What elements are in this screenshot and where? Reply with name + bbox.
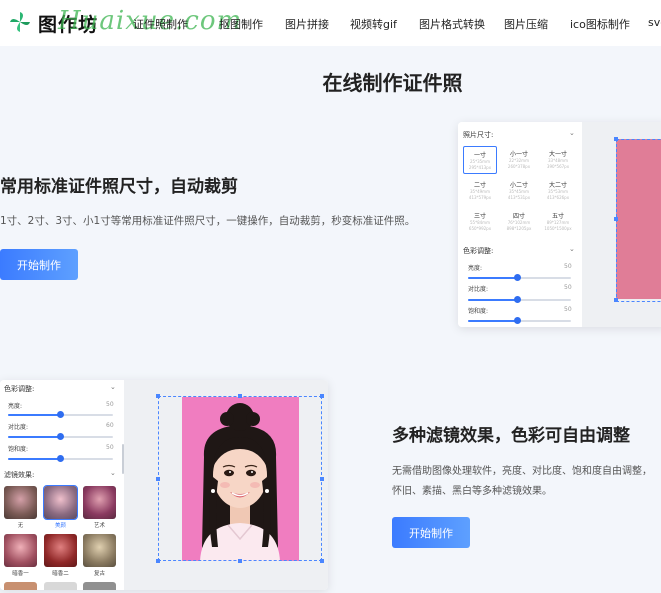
- brightness-slider-fill: [8, 414, 60, 416]
- saturation-value: 50: [106, 444, 114, 451]
- filter-thumb-dark1[interactable]: [4, 534, 37, 567]
- crop-handle[interactable]: [156, 559, 160, 563]
- section2-heading: 多种滤镜效果，色彩可自由调整: [392, 426, 630, 446]
- brightness-label: 亮度:: [8, 403, 23, 410]
- size-label: 照片尺寸:: [463, 131, 494, 139]
- size-editor-preview: 照片尺寸: ⌄ 一寸 25*35mm 295*413px 小一寸 22*32mm 260…: [458, 122, 661, 327]
- contrast-value: 60: [106, 422, 114, 429]
- section2-description: 无需借助图像处理软件，亮度、对比度、饱和度自由调整，怀旧、素描、黑白等多种滤镜效…: [392, 466, 652, 497]
- size-option[interactable]: 大二寸 35*53mm 413*626px: [541, 177, 575, 205]
- filter-thumb-none[interactable]: [4, 486, 37, 519]
- filter-thumb-more[interactable]: [83, 582, 116, 590]
- filter-effects-label: 滤镜效果:: [4, 471, 35, 479]
- photo-canvas: [582, 122, 661, 327]
- contrast-slider-knob[interactable]: [57, 433, 64, 440]
- filter-thumb-dark2[interactable]: [44, 534, 77, 567]
- brightness-label: 亮度:: [468, 265, 483, 272]
- filter-label-retro: 复古: [93, 571, 105, 577]
- filter-label-art: 艺术: [93, 523, 105, 529]
- pinwheel-logo-icon[interactable]: [9, 11, 31, 33]
- contrast-slider-knob[interactable]: [514, 296, 521, 303]
- contrast-value: 50: [564, 284, 572, 291]
- brightness-slider-fill: [468, 277, 518, 279]
- filter-thumb-retro[interactable]: [83, 534, 116, 567]
- nav-cutout[interactable]: 抠图制作: [219, 16, 263, 32]
- nav-format-convert[interactable]: 图片格式转换: [419, 16, 485, 32]
- chevron-down-icon[interactable]: ⌄: [110, 383, 116, 391]
- crop-handle[interactable]: [320, 559, 324, 563]
- nav-image-stitch[interactable]: 图片拼接: [285, 16, 329, 32]
- filter-thumb-beauty[interactable]: [43, 485, 78, 520]
- page-title: 在线制作证件照: [322, 71, 463, 95]
- contrast-slider-fill: [8, 436, 60, 438]
- contrast-label: 对比度:: [468, 286, 489, 293]
- brightness-value: 50: [564, 263, 572, 270]
- size-option[interactable]: 一寸 25*35mm 295*413px: [463, 146, 497, 174]
- start-button-2[interactable]: 开始制作: [392, 517, 470, 548]
- crop-handle[interactable]: [320, 477, 324, 481]
- start-button-1[interactable]: 开始制作: [0, 249, 78, 280]
- filter-thumb-art[interactable]: [83, 486, 116, 519]
- crop-handle[interactable]: [238, 559, 242, 563]
- filter-thumb-more[interactable]: [4, 582, 37, 590]
- top-header: 图作坊 Huaixue.com 证件照制作 抠图制作 图片拼接 视频转gif 图…: [0, 0, 661, 46]
- size-option[interactable]: 二寸 35*49mm 413*579px: [463, 177, 497, 205]
- nav-svg[interactable]: svg: [648, 16, 661, 29]
- crop-handle[interactable]: [156, 477, 160, 481]
- nav-image-compress[interactable]: 图片压缩: [504, 16, 548, 32]
- color-adjust-label: 色彩调整:: [463, 247, 494, 255]
- contrast-slider-fill: [468, 299, 518, 301]
- size-option[interactable]: 小二寸 35*45mm 413*531px: [502, 177, 536, 205]
- saturation-label: 饱和度:: [8, 446, 29, 453]
- crop-handle[interactable]: [614, 137, 618, 141]
- nav-id-photo[interactable]: 证件照制作: [133, 16, 188, 32]
- color-adjust-label: 色彩调整:: [4, 385, 35, 393]
- saturation-slider-fill: [8, 458, 60, 460]
- size-option[interactable]: 大一寸 33*48mm 390*567px: [541, 146, 575, 174]
- saturation-value: 50: [564, 306, 572, 313]
- filter-label-dark1: 暗香一: [12, 571, 29, 577]
- crop-handle[interactable]: [614, 217, 618, 221]
- saturation-slider-knob[interactable]: [514, 317, 521, 324]
- crop-handle[interactable]: [320, 394, 324, 398]
- filter-thumb-more[interactable]: [44, 582, 77, 590]
- brightness-value: 50: [106, 401, 114, 408]
- filter-label-beauty: 美颜: [54, 523, 66, 529]
- crop-frame[interactable]: [158, 396, 322, 561]
- size-option[interactable]: 四寸 76*102mm 898*1205px: [502, 208, 536, 236]
- chevron-down-icon[interactable]: ⌄: [569, 245, 575, 253]
- brightness-slider-knob[interactable]: [57, 411, 64, 418]
- saturation-slider-knob[interactable]: [57, 455, 64, 462]
- crop-handle[interactable]: [614, 298, 618, 302]
- saturation-label: 饱和度:: [468, 308, 489, 315]
- size-option[interactable]: 三寸 55*84mm 650*992px: [463, 208, 497, 236]
- nav-ico-maker[interactable]: ico图标制作: [570, 16, 630, 32]
- contrast-label: 对比度:: [8, 424, 29, 431]
- brightness-slider-knob[interactable]: [514, 274, 521, 281]
- chevron-down-icon[interactable]: ⌄: [569, 129, 575, 137]
- size-options-pane: 照片尺寸: ⌄ 一寸 25*35mm 295*413px 小一寸 22*32mm 260…: [458, 122, 582, 327]
- nav-video-to-gif[interactable]: 视频转gif: [350, 16, 397, 32]
- section1-description: 1寸、2寸、3寸、小1寸等常用标准证件照尺寸，一键操作，自动裁剪，秒变标准证件照…: [0, 215, 416, 227]
- section1-heading: 常用标准证件照尺寸，自动裁剪: [0, 177, 238, 197]
- size-option[interactable]: 小一寸 22*32mm 260*378px: [502, 146, 536, 174]
- chevron-down-icon[interactable]: ⌄: [110, 469, 116, 477]
- filter-options-pane: 色彩调整: ⌄ 亮度: 50 对比度: 60 饱和度: 50 滤镜效果: ⌄ 无…: [0, 380, 124, 590]
- crop-handle[interactable]: [238, 394, 242, 398]
- crop-frame[interactable]: [616, 139, 661, 302]
- filter-label-none: 无: [17, 523, 24, 529]
- filter-label-dark2: 暗香二: [52, 571, 69, 577]
- crop-handle[interactable]: [156, 394, 160, 398]
- size-option[interactable]: 五寸 89*127mm 1050*1500px: [541, 208, 575, 236]
- saturation-slider-fill: [468, 320, 518, 322]
